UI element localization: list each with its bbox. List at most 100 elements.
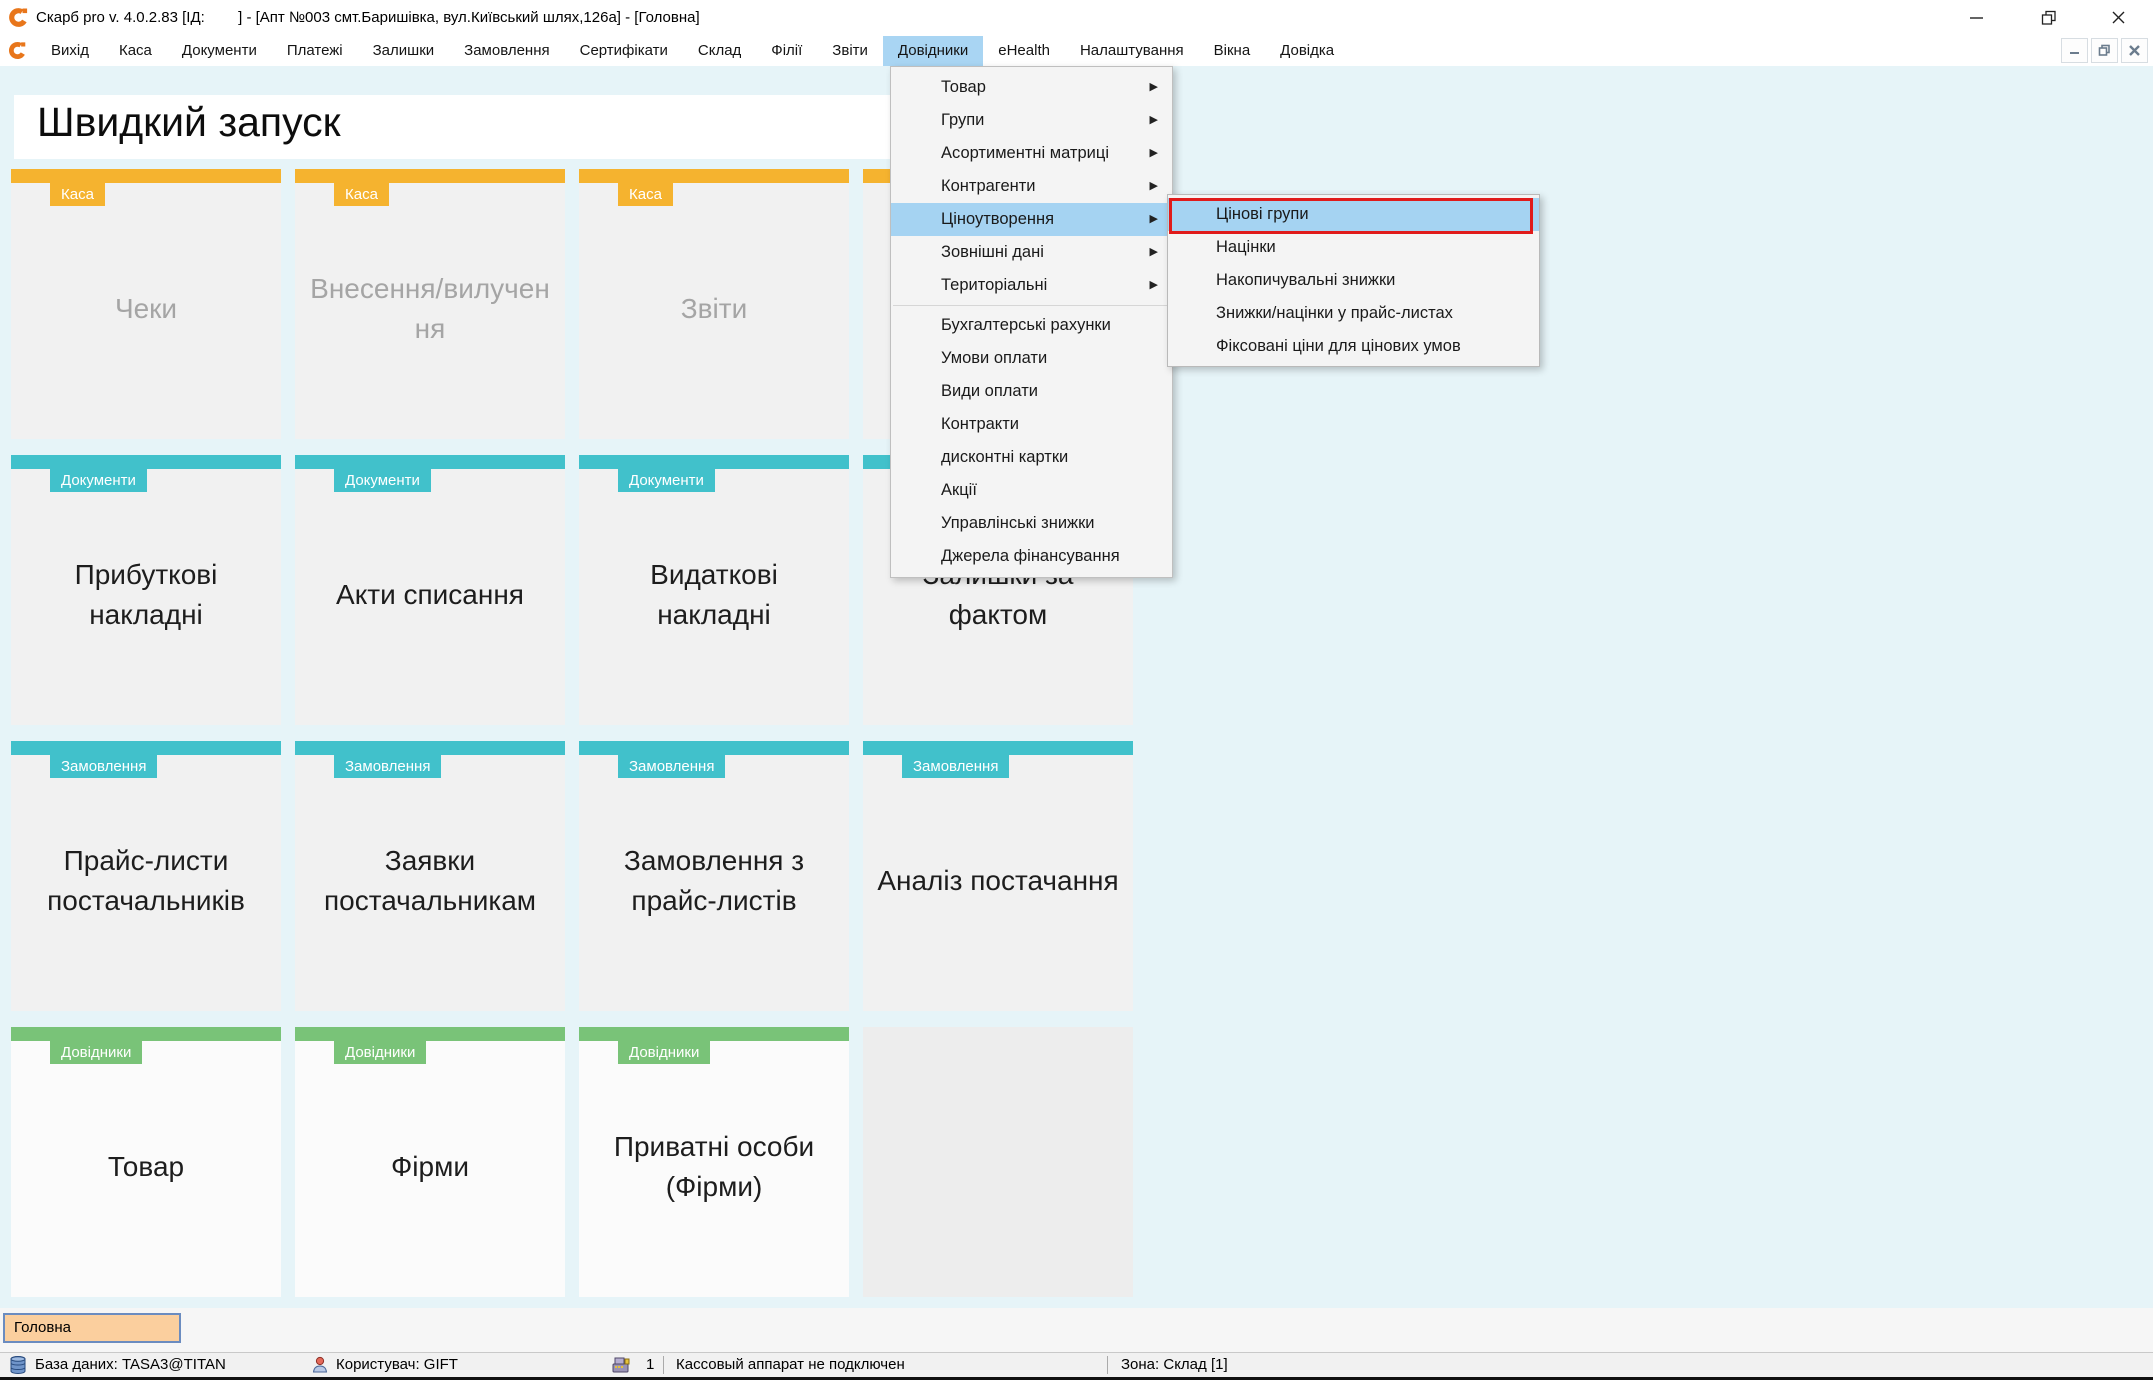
submenu-item-Знижки/націнки у прайс-листах[interactable]: Знижки/націнки у прайс-листах bbox=[1168, 297, 1539, 330]
menu-item-Бухгалтерські рахунки[interactable]: Бухгалтерські рахунки bbox=[891, 309, 1172, 342]
menubar-item-Склад[interactable]: Склад bbox=[683, 36, 756, 66]
menubar-item-Довідники[interactable]: Довідники bbox=[883, 36, 983, 66]
menu-item-Акції[interactable]: Акції bbox=[891, 474, 1172, 507]
tile-title: Звіти bbox=[592, 183, 836, 435]
mdi-restore-icon[interactable] bbox=[2091, 38, 2118, 63]
menubar-item-Сертифікати[interactable]: Сертифікати bbox=[565, 36, 683, 66]
tile-title: Видаткові накладні bbox=[592, 469, 836, 721]
tile-Фірми[interactable]: ДовідникиФірми bbox=[295, 1027, 565, 1297]
tile-category-bar bbox=[295, 455, 565, 469]
tile-Чеки[interactable]: КасаЧеки bbox=[11, 169, 281, 439]
tile-Аналіз-постачання[interactable]: ЗамовленняАналіз постачання bbox=[863, 741, 1133, 1011]
menu-item-Ціноутворення[interactable]: Ціноутворення ▶ bbox=[891, 203, 1172, 236]
restore-icon[interactable] bbox=[2040, 9, 2058, 27]
statusbar-zone: Зона: Склад [1] bbox=[1121, 1355, 1228, 1375]
menu-bar: ВихідКасаДокументиПлатежіЗалишкиЗамовлен… bbox=[0, 36, 2153, 66]
submenu-item-Цінові групи[interactable]: Цінові групи bbox=[1168, 198, 1539, 231]
menubar-item-Платежі[interactable]: Платежі bbox=[272, 36, 358, 66]
menubar-item-Вихід[interactable]: Вихід bbox=[36, 36, 104, 66]
mdi-minimize-icon[interactable] bbox=[2061, 38, 2088, 63]
tile-Заявки-постачальникам[interactable]: ЗамовленняЗаявки постачальникам bbox=[295, 741, 565, 1011]
tab-holovna[interactable]: Головна bbox=[3, 1313, 181, 1343]
menubar-item-Вікна[interactable]: Вікна bbox=[1199, 36, 1266, 66]
menu-item-Контрагенти[interactable]: Контрагенти▶ bbox=[891, 170, 1172, 203]
menubar-item-eHealth[interactable]: eHealth bbox=[983, 36, 1065, 66]
submenu-arrow-icon: ▶ bbox=[1150, 203, 1158, 236]
submenu-item-Націнки[interactable]: Націнки bbox=[1168, 231, 1539, 264]
submenu-arrow-icon: ▶ bbox=[1150, 170, 1158, 203]
tile-Внесення/вилучен-ня[interactable]: КасаВнесення/вилучен ня bbox=[295, 169, 565, 439]
menubar-item-Замовлення[interactable]: Замовлення bbox=[449, 36, 564, 66]
dropdown-menu-dovidnyky: Товар▶Групи▶Асортиментні матриці▶Контраг… bbox=[890, 66, 1173, 578]
minimize-icon[interactable] bbox=[1968, 9, 1986, 27]
tile-Прибуткові-накладні[interactable]: ДокументиПрибуткові накладні bbox=[11, 455, 281, 725]
tile-title: Приватні особи (Фірми) bbox=[592, 1041, 836, 1293]
menu-item-label: Контракти bbox=[941, 415, 1019, 433]
menu-item-label: Джерела фінансування bbox=[941, 547, 1120, 565]
submenu-arrow-icon: ▶ bbox=[1150, 236, 1158, 269]
tile-title: Акти списання bbox=[308, 469, 552, 721]
statusbar-database: База даних: TASA3@TITAN bbox=[35, 1355, 226, 1375]
menubar-item-Документи[interactable]: Документи bbox=[167, 36, 272, 66]
menubar-item-Звіти[interactable]: Звіти bbox=[817, 36, 883, 66]
menu-item-label: Бухгалтерські рахунки bbox=[941, 316, 1111, 334]
page-title: Швидкий запуск bbox=[37, 99, 341, 146]
submenu-arrow-icon: ▶ bbox=[1150, 137, 1158, 170]
tile-Товар[interactable]: ДовідникиТовар bbox=[11, 1027, 281, 1297]
tile-category-bar bbox=[11, 169, 281, 183]
window-title: Скарб pro v. 4.0.2.83 [ІД: ] - [Апт №003… bbox=[36, 0, 700, 36]
dropdown-menu-list: Товар▶Групи▶Асортиментні матриці▶Контраг… bbox=[891, 71, 1172, 573]
submenu-arrow-icon: ▶ bbox=[1150, 71, 1158, 104]
menu-item-label: Зовнішні дані bbox=[941, 243, 1044, 261]
menu-item-label: Асортиментні матриці bbox=[941, 144, 1109, 162]
tile-category-bar bbox=[579, 455, 849, 469]
submenu-item-Накопичувальні знижки[interactable]: Накопичувальні знижки bbox=[1168, 264, 1539, 297]
submenu-arrow-icon: ▶ bbox=[1150, 104, 1158, 137]
tile-title: Прайс-листи постачальників bbox=[24, 755, 268, 1007]
menu-item-Асортиментні матриці[interactable]: Асортиментні матриці ▶ bbox=[891, 137, 1172, 170]
menu-item-Зовнішні дані[interactable]: Зовнішні дані ▶ bbox=[891, 236, 1172, 269]
tile-Видаткові-накладні[interactable]: ДокументиВидаткові накладні bbox=[579, 455, 849, 725]
mdi-close-icon[interactable] bbox=[2121, 38, 2148, 63]
menubar-item-Залишки[interactable]: Залишки bbox=[358, 36, 450, 66]
menu-item-label: Територіальні bbox=[941, 276, 1047, 294]
app-logo-icon-small bbox=[8, 41, 29, 62]
app-logo-icon bbox=[8, 7, 29, 28]
menu-separator bbox=[893, 305, 1170, 306]
menu-item-Групи[interactable]: Групи▶ bbox=[891, 104, 1172, 137]
tile-title: Внесення/вилучен ня bbox=[308, 183, 552, 435]
tab-strip bbox=[0, 1308, 2153, 1352]
tile-category-bar bbox=[579, 741, 849, 755]
tile-Звіти[interactable]: КасаЗвіти bbox=[579, 169, 849, 439]
menu-item-label: Ціноутворення bbox=[941, 210, 1054, 228]
menu-item-Управлінські знижки[interactable]: Управлінські знижки bbox=[891, 507, 1172, 540]
tile-title: Прибуткові накладні bbox=[24, 469, 268, 721]
tile-Прайс-листи-постачальників[interactable]: ЗамовленняПрайс-листи постачальників bbox=[11, 741, 281, 1011]
tile-title: Товар bbox=[24, 1041, 268, 1293]
menu-item-Умови оплати[interactable]: Умови оплати bbox=[891, 342, 1172, 375]
menu-item-label: дисконтні картки bbox=[941, 448, 1068, 466]
tile-Акти-списання[interactable]: ДокументиАкти списання bbox=[295, 455, 565, 725]
submenu-item-Фіксовані ціни для цінових умов[interactable]: Фіксовані ціни для цінових умов bbox=[1168, 330, 1539, 363]
title-bar: Скарб pro v. 4.0.2.83 [ІД: ] - [Апт №003… bbox=[0, 0, 2153, 36]
menubar-item-Філії[interactable]: Філії bbox=[756, 36, 817, 66]
menubar-item-Налаштування[interactable]: Налаштування bbox=[1065, 36, 1199, 66]
tile-Замовлення-з-прайс-листів[interactable]: ЗамовленняЗамовлення з прайс-листів bbox=[579, 741, 849, 1011]
menubar-item-Каса[interactable]: Каса bbox=[104, 36, 167, 66]
menu-item-Джерела фінансування[interactable]: Джерела фінансування bbox=[891, 540, 1172, 573]
menubar-item-Довідка[interactable]: Довідка bbox=[1265, 36, 1349, 66]
tile-category-bar bbox=[11, 741, 281, 755]
tile-category-bar bbox=[863, 741, 1133, 755]
tile-category-bar bbox=[11, 1027, 281, 1041]
tile-category-bar bbox=[579, 1027, 849, 1041]
menu-item-Контракти[interactable]: Контракти bbox=[891, 408, 1172, 441]
menu-item-дисконтні картки[interactable]: дисконтні картки bbox=[891, 441, 1172, 474]
statusbar-register-status: Кассовый аппарат не подключен bbox=[676, 1355, 905, 1375]
tile-Приватні-особи-(Фірми)[interactable]: ДовідникиПриватні особи (Фірми) bbox=[579, 1027, 849, 1297]
menu-item-Товар[interactable]: Товар▶ bbox=[891, 71, 1172, 104]
menu-item-Види оплати[interactable]: Види оплати bbox=[891, 375, 1172, 408]
close-icon[interactable] bbox=[2110, 9, 2128, 27]
tile-title: Замовлення з прайс-листів bbox=[592, 755, 836, 1007]
tile-empty bbox=[863, 1027, 1133, 1297]
menu-item-Територіальні[interactable]: Територіальні▶ bbox=[891, 269, 1172, 302]
